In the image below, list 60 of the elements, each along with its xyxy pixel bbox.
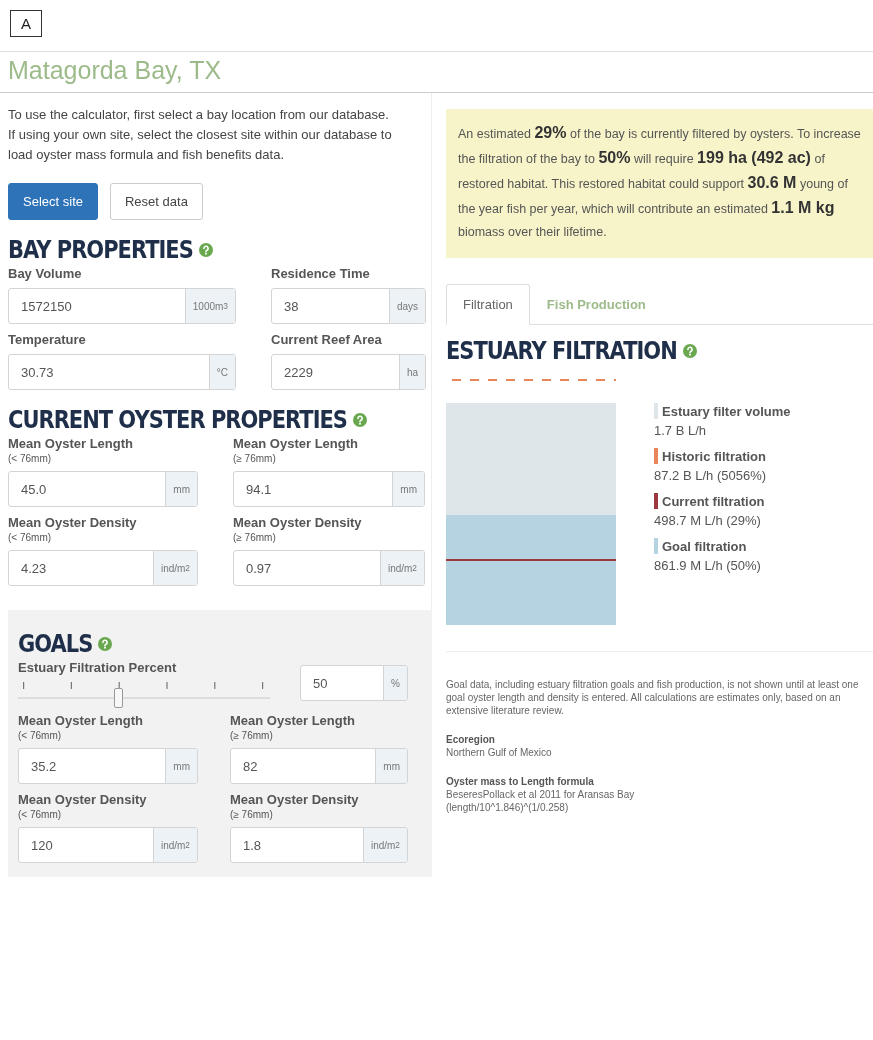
- field-label: Mean Oyster Density: [230, 792, 360, 807]
- legend-value: 498.7 M L/h (29%): [654, 513, 762, 528]
- help-icon[interactable]: [98, 637, 113, 651]
- field-sublabel: (< 76mm): [8, 532, 53, 543]
- legend-value: 861.9 M L/h (50%): [654, 558, 762, 573]
- help-icon[interactable]: [352, 413, 367, 427]
- input-field[interactable]: 94.1 mm: [233, 471, 425, 507]
- legend-label: Historic filtration: [662, 448, 766, 464]
- field-label: Current Reef Area: [271, 332, 383, 347]
- input-field[interactable]: 35.2 mm: [18, 748, 198, 784]
- info-text: (length/10^1.846)^(1/0.258): [446, 801, 570, 814]
- select-site-button[interactable]: Select site: [8, 183, 98, 220]
- field-label: Bay Volume: [8, 266, 83, 281]
- info-text: Northern Gulf of Mexico: [446, 746, 553, 759]
- field-sublabel: (≥ 76mm): [233, 532, 277, 543]
- field-sublabel: (≥ 76mm): [230, 730, 274, 741]
- field-label: Temperature: [8, 332, 87, 347]
- field-sublabel: (< 76mm): [8, 453, 53, 464]
- section-heading: GOALS: [18, 630, 93, 658]
- field-label: Mean Oyster Length: [18, 713, 144, 728]
- help-icon[interactable]: [198, 243, 213, 257]
- summary-text: An estimated 29% of the bay is currently filtered by oysters. To increase the filtration of the bay to 50% will require 199 ha (492 ac) of restored habitat. This restored habitat could support 30.6 M young of the year fish per year, which will contribute an estimated 1.1 M kg biomass over their lifetime.: [446, 109, 873, 258]
- intro-text: To use the calculator, first select a bay location from our database. If using your own site, select the closest site within our database to load oyster mass formula and fish benefits data.: [8, 106, 393, 164]
- reset-data-button[interactable]: Reset data: [110, 183, 203, 220]
- legend-value: 87.2 B L/h (5056%): [654, 468, 768, 483]
- note-text: Goal data, including estuary filtration goals and fish production, is not shown until at least one goal oyster length and density is entered. All calculations are estimates only, based on an extensive literature review.: [446, 678, 860, 717]
- field-sublabel: (≥ 76mm): [230, 809, 274, 820]
- site-title: Matagorda Bay, TX: [8, 56, 223, 85]
- field-sublabel: (≥ 76mm): [233, 453, 277, 464]
- legend-label: Estuary filter volume: [662, 403, 791, 419]
- input-field[interactable]: 50 %: [300, 665, 408, 701]
- field-label: Mean Oyster Length: [230, 713, 356, 728]
- input-field[interactable]: 2229 ha: [271, 354, 426, 390]
- info-text: BeseresPollack et al 2011 for Aransas Bay: [446, 788, 636, 801]
- input-field[interactable]: 30.73 °C: [8, 354, 236, 390]
- field-label: Mean Oyster Density: [233, 515, 363, 530]
- field-label: Mean Oyster Length: [8, 436, 134, 451]
- legend-value: 1.7 B L/h: [654, 423, 708, 438]
- section-heading: CURRENT OYSTER PROPERTIES: [8, 406, 347, 434]
- info-label: Oyster mass to Length formula: [446, 775, 595, 788]
- field-label: Mean Oyster Density: [18, 792, 148, 807]
- input-field[interactable]: 38 days: [271, 288, 426, 324]
- input-field[interactable]: 82 mm: [230, 748, 408, 784]
- field-sublabel: (< 76mm): [18, 809, 63, 820]
- slider[interactable]: [18, 679, 270, 709]
- slider-thumb[interactable]: [114, 688, 123, 708]
- info-label: Ecoregion: [446, 733, 496, 746]
- section-heading: ESTUARY FILTRATION: [446, 337, 677, 365]
- field-label: Mean Oyster Density: [8, 515, 138, 530]
- input-field[interactable]: 45.0 mm: [8, 471, 198, 507]
- legend-label: Goal filtration: [662, 538, 747, 554]
- figure-label: A: [10, 10, 42, 37]
- help-icon[interactable]: [682, 344, 697, 358]
- field-label: Estuary Filtration Percent: [18, 660, 178, 675]
- field-label: Residence Time: [271, 266, 371, 281]
- field-label: Mean Oyster Length: [233, 436, 359, 451]
- section-heading: BAY PROPERTIES: [8, 236, 193, 264]
- tab[interactable]: Filtration: [446, 284, 530, 325]
- legend-label: Current filtration: [662, 493, 765, 509]
- field-sublabel: (< 76mm): [18, 730, 63, 741]
